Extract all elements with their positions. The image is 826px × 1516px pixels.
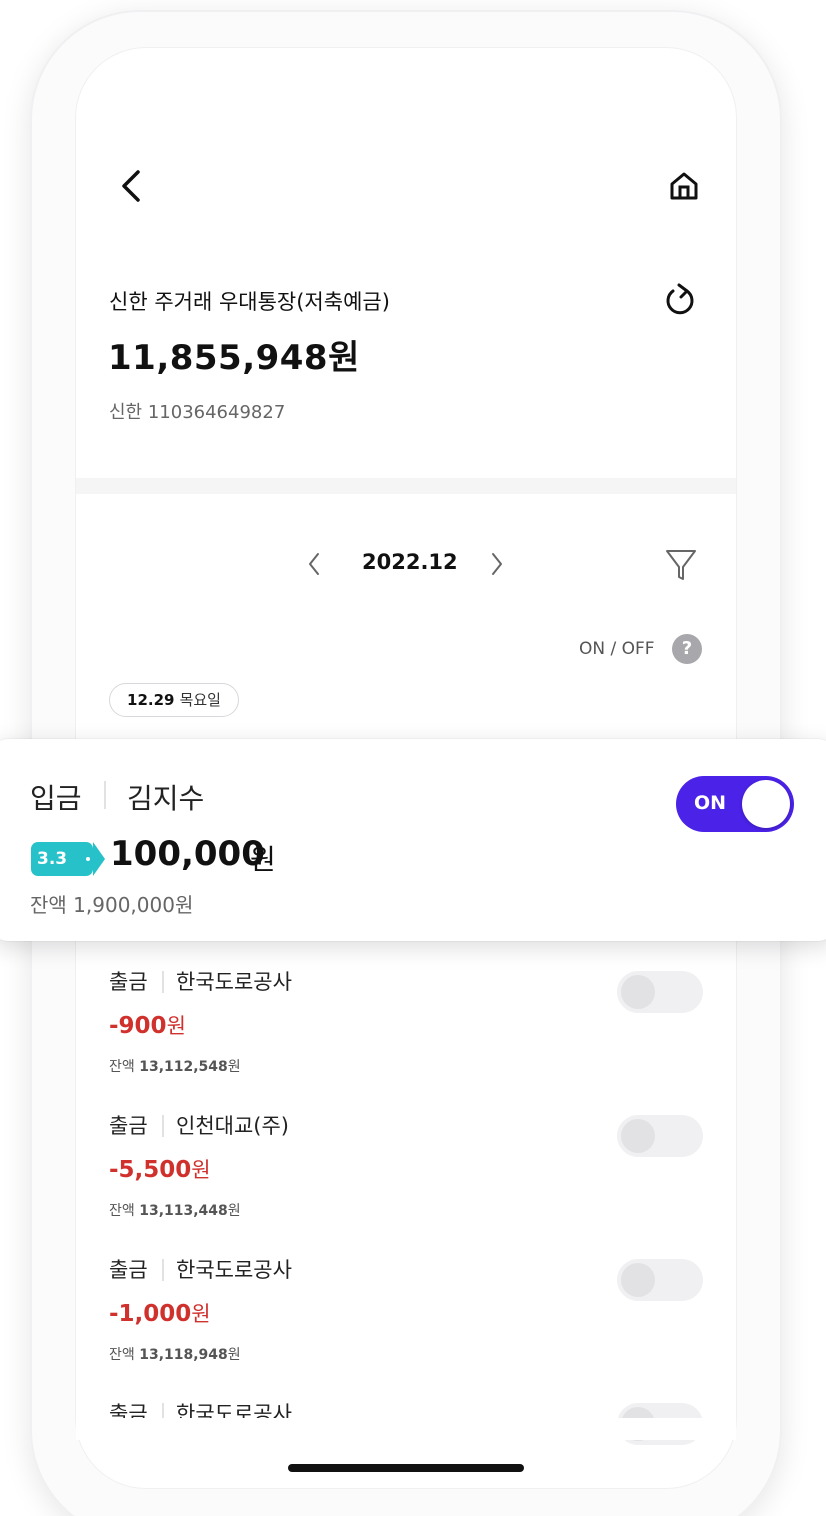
amount-value: -5,500	[109, 1157, 192, 1183]
transaction-type: 입금	[30, 782, 82, 815]
prev-month-icon[interactable]	[304, 550, 324, 578]
balance-unit: 원	[227, 1347, 241, 1363]
transaction-party: 인천대교(주)	[176, 1114, 289, 1138]
balance-unit: 원	[227, 1203, 241, 1219]
transaction-amount: -900원	[109, 1010, 186, 1040]
transaction-balance: 잔액 13,118,948원	[109, 1344, 241, 1364]
home-indicator[interactable]	[288, 1464, 524, 1472]
balance-value: 13,113,448	[139, 1203, 228, 1219]
amount-value: -900	[109, 1013, 167, 1039]
tax-badge-dot	[86, 857, 90, 861]
transaction-balance: 잔액 13,112,548원	[109, 1056, 241, 1076]
transaction-party: 김지수	[127, 782, 205, 815]
transaction-amount: -1,000원	[109, 1298, 211, 1328]
list-bottom-mask	[76, 1418, 736, 1440]
separator	[162, 971, 164, 993]
transaction-amount: -5,500원	[109, 1154, 211, 1184]
toggle-knob	[621, 1119, 655, 1153]
account-name: 신한 주거래 우대통장(저축예금)	[109, 290, 390, 314]
toggle-knob	[742, 780, 790, 828]
transaction-type: 출금	[109, 1114, 148, 1138]
help-icon[interactable]: ?	[672, 634, 702, 664]
account-balance: 11,855,948원	[108, 338, 360, 378]
section-divider	[76, 478, 736, 494]
highlighted-transaction-card[interactable]: 입금 김지수 3.3 100,000 원 잔액 1,900,000원 ON	[0, 739, 826, 941]
transaction-type: 출금	[109, 970, 148, 994]
separator	[162, 1115, 164, 1137]
transaction-amount: 100,000	[110, 834, 265, 874]
amount-unit: 원	[166, 1014, 186, 1038]
transaction-toggle[interactable]	[617, 1115, 703, 1157]
amount-unit: 원	[191, 1158, 211, 1182]
account-number: 신한 110364649827	[109, 402, 286, 423]
transaction-toggle[interactable]: ON	[676, 776, 794, 832]
transaction-type: 출금	[109, 1258, 148, 1282]
chevron-left-icon[interactable]	[118, 168, 144, 204]
filter-icon[interactable]	[664, 547, 698, 583]
onoff-hint: ON / OFF	[579, 639, 655, 659]
tax-badge-arrow	[93, 842, 105, 876]
transaction-toggle[interactable]	[617, 1259, 703, 1301]
tax-badge: 3.3	[31, 842, 93, 876]
transaction-party: 한국도로공사	[176, 970, 292, 994]
transaction-amount-unit: 원	[250, 843, 276, 876]
toggle-label: ON	[694, 792, 727, 814]
balance-label: 잔액	[109, 1347, 135, 1363]
transaction-row[interactable]: 출금 한국도로공사 -1,000원 잔액 13,118,948원	[76, 1254, 736, 1394]
refresh-icon[interactable]	[663, 283, 697, 319]
balance-value: 13,112,548	[139, 1059, 228, 1075]
transaction-row[interactable]: 출금 한국도로공사 -900원 잔액 13,112,548원	[76, 966, 736, 1106]
separator	[104, 781, 106, 809]
separator	[162, 1259, 164, 1281]
date-chip-weekday: 목요일	[179, 691, 221, 709]
transaction-row[interactable]: 출금 한국도로공사	[76, 1398, 736, 1516]
transaction-balance: 잔액 13,113,448원	[109, 1200, 241, 1220]
transaction-toggle[interactable]	[617, 971, 703, 1013]
date-chip: 12.29 목요일	[109, 683, 239, 717]
balance-unit: 원	[227, 1059, 241, 1075]
balance-label: 잔액	[109, 1203, 135, 1219]
balance-label: 잔액	[109, 1059, 135, 1075]
transaction-balance: 잔액 1,900,000원	[30, 893, 194, 917]
home-icon[interactable]	[668, 170, 700, 202]
balance-value: 13,118,948	[139, 1347, 228, 1363]
amount-value: -1,000	[109, 1301, 192, 1327]
month-label: 2022.12	[362, 550, 458, 574]
date-chip-date: 12.29	[127, 691, 175, 709]
next-month-icon[interactable]	[487, 550, 507, 578]
toggle-knob	[621, 975, 655, 1009]
toggle-knob	[621, 1263, 655, 1297]
transaction-row[interactable]: 출금 인천대교(주) -5,500원 잔액 13,113,448원	[76, 1110, 736, 1250]
transaction-party: 한국도로공사	[176, 1258, 292, 1282]
amount-unit: 원	[191, 1302, 211, 1326]
